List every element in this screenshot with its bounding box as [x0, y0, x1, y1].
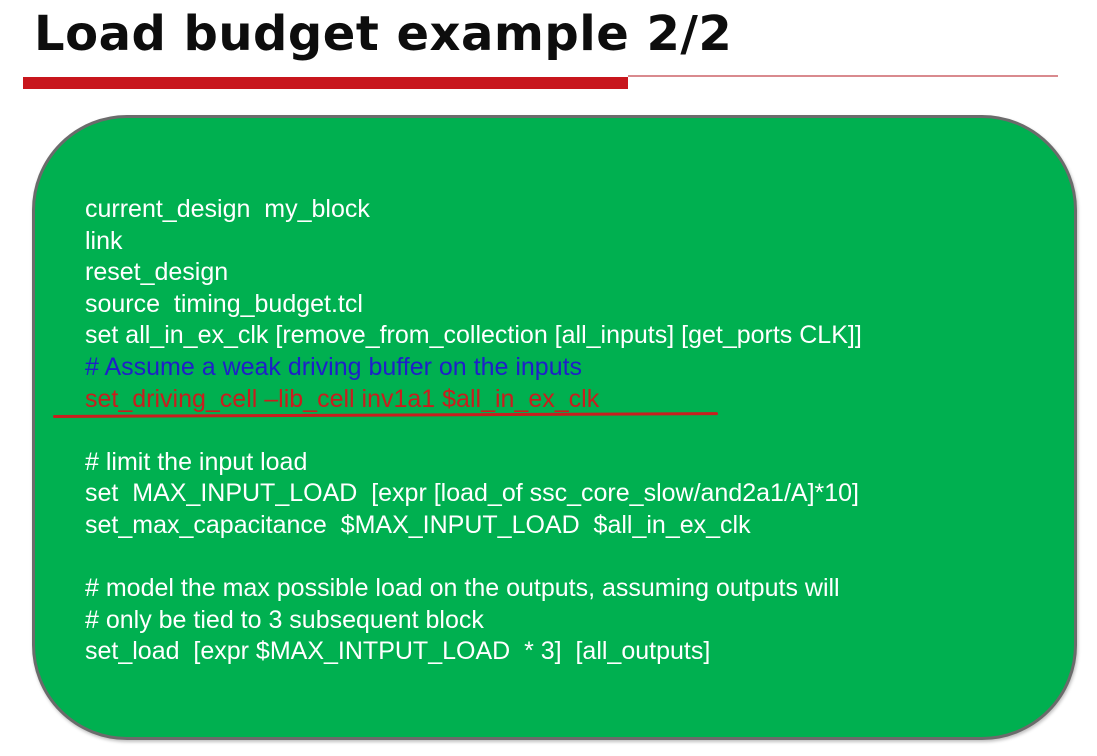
slide-title: Load budget example 2/2: [34, 6, 733, 62]
code-line: link: [85, 226, 123, 255]
blank-line: [85, 415, 862, 447]
code-comment-line: # Assume a weak driving buffer on the in…: [85, 352, 583, 381]
code-line: set_max_capacitance $MAX_INPUT_LOAD $all…: [85, 510, 751, 539]
code-comment-line: # only be tied to 3 subsequent block: [85, 605, 484, 634]
code-line: set all_in_ex_clk [remove_from_collectio…: [85, 321, 862, 350]
code-comment-line: # limit the input load: [85, 447, 308, 476]
highlighted-code-line: set_driving_cell –lib_cell inv1a1 $all_i…: [85, 384, 600, 413]
title-underline-thick: [23, 77, 628, 89]
code-line: current_design my_block: [85, 195, 370, 223]
code-line: set MAX_INPUT_LOAD [expr [load_of ssc_co…: [85, 479, 859, 508]
code-line: source timing_budget.tcl: [85, 289, 363, 318]
code-box: current_design my_block link reset_desig…: [32, 115, 1077, 740]
blank-line: [85, 542, 862, 574]
code-line: reset_design: [85, 258, 229, 287]
title-underline-thin: [628, 75, 1058, 77]
code-comment-line: # model the max possible load on the out…: [85, 574, 840, 603]
code-block: current_design my_block link reset_desig…: [85, 194, 862, 668]
code-line: set_load [expr $MAX_INTPUT_LOAD * 3] [al…: [85, 637, 711, 666]
slide: Load budget example 2/2 current_design m…: [0, 0, 1097, 756]
